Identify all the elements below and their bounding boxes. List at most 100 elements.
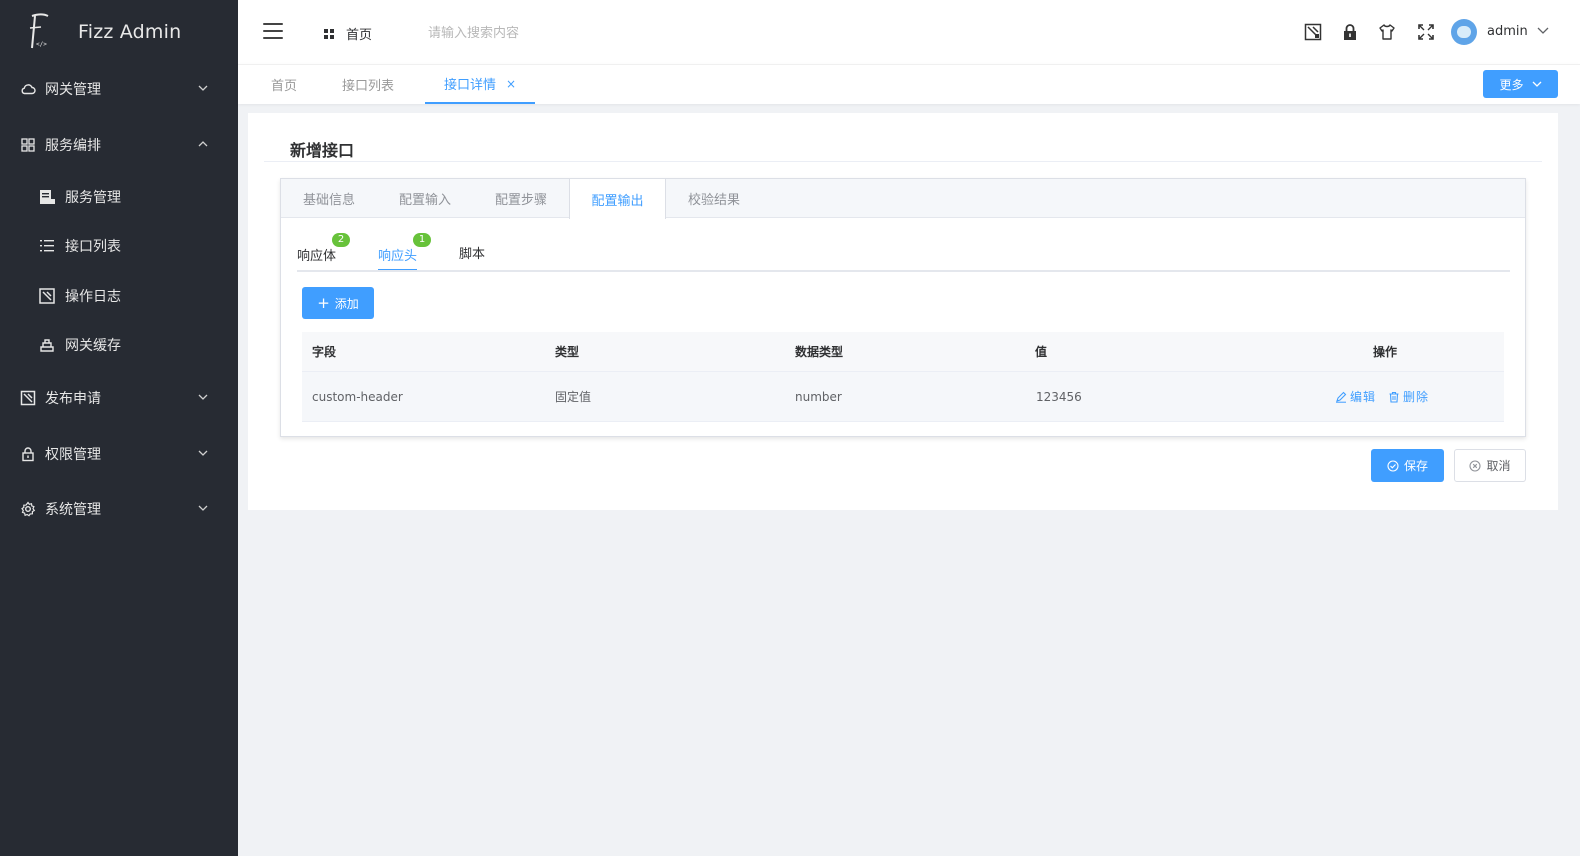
inner-tab-response-body[interactable]: 响应体 xyxy=(297,245,336,271)
step-tabs-panel: 基础信息 配置输入 配置步骤 配置输出 校验结果 响应体 2 响应头 1 脚本 … xyxy=(280,178,1526,437)
inner-tab-label: 脚本 xyxy=(459,247,486,262)
page-tab-api-list[interactable]: 接口列表 xyxy=(328,65,408,104)
cancel-button[interactable]: 取消 xyxy=(1454,449,1526,482)
inner-tab-script[interactable]: 脚本 xyxy=(459,243,485,269)
save-button[interactable]: 保存 xyxy=(1371,449,1444,482)
count-badge: 1 xyxy=(413,233,431,247)
cloud-icon xyxy=(20,81,36,97)
sidebar-item-permission[interactable]: 权限管理 xyxy=(0,426,238,482)
dashboard-icon xyxy=(324,28,334,39)
breadcrumb-home-label: 首页 xyxy=(346,28,373,43)
tab-basic-info[interactable]: 基础信息 xyxy=(281,179,377,218)
column-header-actions: 操作 xyxy=(1373,345,1398,359)
cell-data-type: number xyxy=(795,389,842,404)
sidebar-item-label: 网关管理 xyxy=(45,82,101,98)
circle-close-icon xyxy=(1469,459,1482,472)
more-button-label: 更多 xyxy=(1499,77,1524,92)
inner-tab-response-headers[interactable]: 响应头 xyxy=(378,245,418,271)
cell-type: 固定值 xyxy=(555,390,592,404)
hamburger-menu-icon[interactable] xyxy=(263,23,283,39)
list-icon xyxy=(38,237,56,255)
svg-text:</>: </> xyxy=(36,41,47,48)
column-header-value: 值 xyxy=(1035,345,1048,359)
tab-label: 配置步骤 xyxy=(494,193,547,208)
sidebar-item-orchestration[interactable]: 服务编排 xyxy=(0,117,238,173)
app-title: Fizz Admin xyxy=(78,21,182,43)
sidebar-item-api-list[interactable]: 接口列表 xyxy=(0,221,238,271)
chevron-up-icon xyxy=(198,141,208,147)
sidebar-item-label: 发布申请 xyxy=(45,391,101,407)
sidebar-item-publish[interactable]: 发布申请 xyxy=(0,370,238,426)
column-header-type: 类型 xyxy=(555,345,580,359)
sidebar-item-gateway[interactable]: 网关管理 xyxy=(0,61,238,117)
sidebar-item-label: 权限管理 xyxy=(45,447,101,463)
cache-icon xyxy=(38,336,56,354)
more-button[interactable]: 更多 xyxy=(1483,70,1558,98)
column-header-data-type: 数据类型 xyxy=(795,345,844,359)
page-title: 新增接口 xyxy=(290,141,355,160)
page-tab-home[interactable]: 首页 xyxy=(256,65,312,104)
cancel-button-label: 取消 xyxy=(1486,459,1511,473)
fizz-logo-icon: </> xyxy=(24,12,52,52)
delete-link[interactable]: 删除 xyxy=(1388,388,1429,405)
publish-icon xyxy=(20,390,36,406)
page-tabs-bar: 首页 接口列表 接口详情 × 更多 xyxy=(238,64,1580,104)
page-tab-label: 接口列表 xyxy=(341,79,394,94)
sidebar-item-operation-log[interactable]: 操作日志 xyxy=(0,271,238,321)
sidebar-item-system[interactable]: 系统管理 xyxy=(0,481,238,537)
screenshot-icon[interactable] xyxy=(1303,22,1323,42)
tab-label: 配置输入 xyxy=(398,193,451,208)
chevron-down-icon xyxy=(198,85,208,91)
fullscreen-icon[interactable] xyxy=(1416,22,1436,42)
table-header: 字段 类型 数据类型 值 操作 xyxy=(302,332,1504,372)
check-circle-icon xyxy=(1387,459,1399,472)
close-icon[interactable]: × xyxy=(506,77,516,91)
add-button[interactable]: + 添加 xyxy=(302,287,374,319)
sidebar-item-label: 操作日志 xyxy=(65,289,121,305)
chevron-down-icon xyxy=(1532,81,1541,87)
tab-label: 校验结果 xyxy=(687,193,740,208)
sidebar-item-label: 服务编排 xyxy=(45,138,101,154)
inner-tab-label: 响应体 xyxy=(297,249,337,264)
tab-config-steps[interactable]: 配置步骤 xyxy=(473,179,569,218)
main-card: 新增接口 基础信息 配置输入 配置步骤 配置输出 校验结果 响应体 2 响应头 … xyxy=(248,113,1558,510)
page-tab-label: 首页 xyxy=(270,79,297,94)
chevron-down-icon xyxy=(198,394,208,400)
edit-link[interactable]: 编辑 xyxy=(1335,388,1376,405)
breadcrumb-home[interactable]: 首页 xyxy=(324,24,372,43)
delete-label: 删除 xyxy=(1403,390,1430,404)
tab-config-input[interactable]: 配置输入 xyxy=(377,179,473,218)
app-logo[interactable]: </> Fizz Admin xyxy=(0,0,238,64)
shirt-icon[interactable] xyxy=(1377,22,1397,42)
tab-label: 基础信息 xyxy=(302,193,355,208)
table-row: custom-header 固定值 number 123456 编辑 删除 xyxy=(302,372,1504,422)
column-header-field: 字段 xyxy=(312,345,337,359)
trash-icon xyxy=(1389,391,1399,403)
sidebar-item-label: 系统管理 xyxy=(45,502,101,518)
sidebar-item-label: 服务管理 xyxy=(65,190,121,206)
chevron-down-icon[interactable] xyxy=(1537,26,1549,36)
user-name[interactable]: admin xyxy=(1487,24,1528,39)
edit-label: 编辑 xyxy=(1350,390,1377,404)
search-input[interactable] xyxy=(428,20,628,46)
tab-config-output[interactable]: 配置输出 xyxy=(569,179,666,219)
sidebar: </> Fizz Admin 网关管理 服务编排 服务管理 接口列表 操作日志 … xyxy=(0,0,238,856)
plus-icon: + xyxy=(317,293,330,312)
tab-validation-result[interactable]: 校验结果 xyxy=(666,179,762,218)
sidebar-item-service-manage[interactable]: 服务管理 xyxy=(0,172,238,222)
avatar[interactable] xyxy=(1451,19,1477,45)
chevron-down-icon xyxy=(198,505,208,511)
sidebar-item-label: 网关缓存 xyxy=(65,338,121,354)
page-tab-api-detail[interactable]: 接口详情 × xyxy=(425,65,535,104)
sidebar-item-label: 接口列表 xyxy=(65,239,121,255)
cell-actions: 编辑 删除 xyxy=(1335,372,1429,421)
cell-value: 123456 xyxy=(1036,389,1082,404)
inner-tab-label: 响应头 xyxy=(378,249,418,264)
gear-icon xyxy=(20,501,36,517)
lock-icon[interactable] xyxy=(1340,22,1360,42)
lock-icon xyxy=(20,446,36,462)
divider xyxy=(264,161,1542,162)
sidebar-item-gateway-cache[interactable]: 网关缓存 xyxy=(0,320,238,370)
cell-field: custom-header xyxy=(312,389,403,404)
save-button-label: 保存 xyxy=(1403,459,1428,473)
